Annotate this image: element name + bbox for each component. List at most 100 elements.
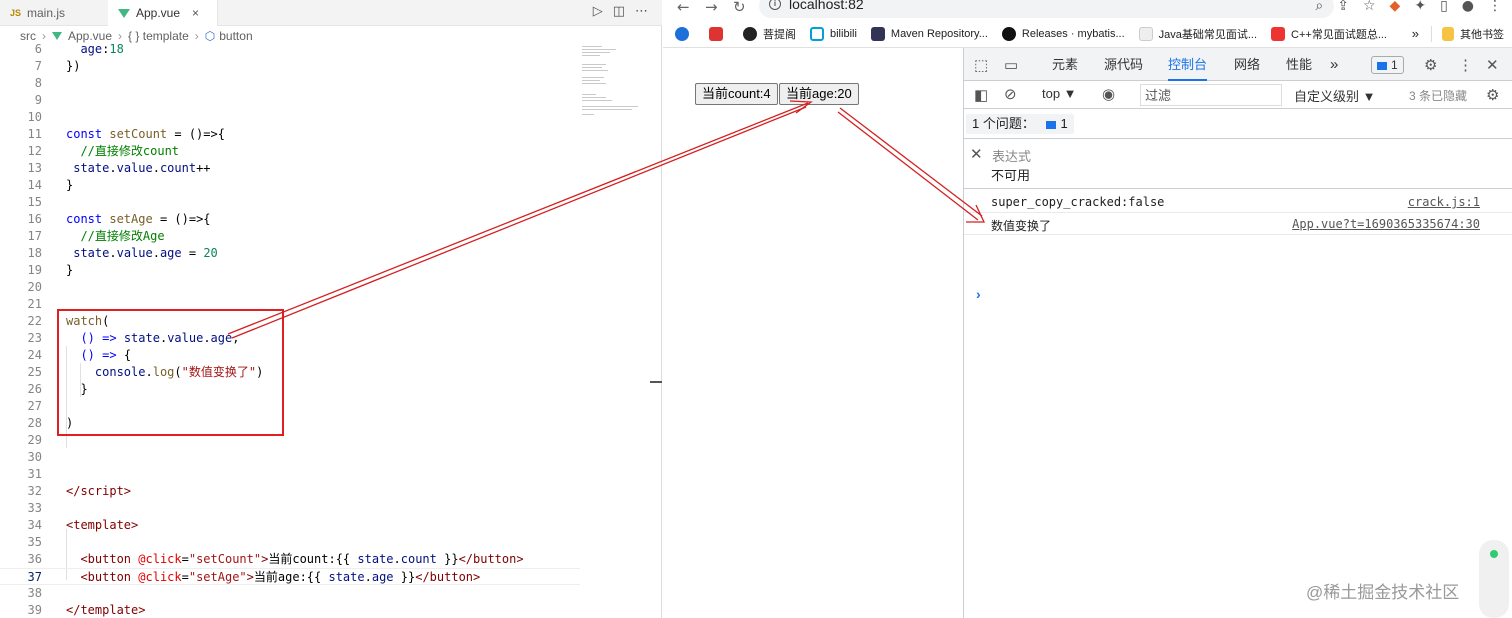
code-line: 9 [0, 92, 580, 109]
line-number: 7 [34, 59, 42, 73]
code-line: 30 [0, 449, 580, 466]
gear-icon[interactable]: ⚙ [1424, 56, 1437, 74]
page-viewport: 当前count:4 当前age:20 [663, 48, 963, 618]
line-number: 14 [27, 178, 42, 192]
code-line: 7}) [0, 58, 580, 75]
tab-sources[interactable]: 源代码 [1104, 48, 1143, 81]
run-icon[interactable]: ▷ [593, 4, 603, 19]
split-editor-icon[interactable]: ◫ [613, 4, 625, 19]
code-line: 11 const setCount = ()=>{ [0, 126, 580, 143]
bookmark-item[interactable]: Java基础常见面试... [1138, 26, 1257, 42]
console-message: 数值变换了 App.vue?t=1690365335674:30 [964, 213, 1512, 235]
reload-icon[interactable]: ↻ [733, 0, 746, 16]
tab-main-js[interactable]: JS main.js [0, 0, 108, 26]
issue-badge[interactable]: 1 [1371, 56, 1404, 74]
forward-icon[interactable]: → [705, 0, 718, 16]
line-number: 12 [27, 144, 42, 158]
star-icon[interactable]: ☆ [1363, 0, 1376, 14]
code-line: 14} [0, 177, 580, 194]
issues-button[interactable]: 1 个问题： 1 [966, 114, 1074, 134]
device-toggle-icon[interactable]: ▭ [1004, 56, 1018, 74]
bookmark-item[interactable]: 菩提阁 [743, 26, 796, 42]
menu-icon[interactable]: ⋮ [1488, 0, 1502, 14]
bookmark-item[interactable] [675, 26, 695, 41]
bookmark-item[interactable] [709, 26, 729, 41]
message-icon [1377, 61, 1387, 70]
info-icon[interactable]: i [769, 0, 781, 10]
code-line: 19} [0, 262, 580, 279]
cloud-icon [675, 26, 689, 41]
live-expression: ✕ 表达式 不可用 [964, 139, 1512, 189]
filter-input[interactable] [1140, 84, 1282, 106]
line-number: 6 [34, 42, 42, 56]
puzzle-icon[interactable]: ✦ [1414, 0, 1426, 14]
close-icon[interactable]: × [192, 6, 199, 20]
line-number: 28 [27, 416, 42, 430]
share-icon[interactable]: ⇪ [1337, 0, 1349, 14]
bilibili-icon [810, 26, 824, 41]
eye-icon[interactable]: ◉ [1102, 85, 1115, 103]
log-levels-select[interactable]: 自定义级别 ▼ [1294, 86, 1375, 105]
watermark: @稀土掘金技术社区 [1306, 583, 1460, 602]
sidebar-icon[interactable]: ▯ [1440, 0, 1448, 14]
close-icon[interactable]: ✕ [1486, 56, 1499, 74]
code-line: 15 [0, 194, 580, 211]
url-field[interactable]: i localhost:82 [759, 0, 1334, 18]
scrollbar-thumb[interactable] [650, 381, 662, 383]
tab-app-vue[interactable]: App.vue × [108, 0, 218, 26]
minimap[interactable] [580, 44, 650, 124]
tab-network[interactable]: 网络 [1234, 48, 1260, 81]
code-line: 32 </script> [0, 483, 580, 500]
tab-label: main.js [27, 6, 66, 20]
back-icon[interactable]: ← [677, 0, 690, 16]
line-number: 33 [27, 501, 42, 515]
line-number: 24 [27, 348, 42, 362]
more-bookmarks-icon[interactable]: » [1412, 26, 1419, 41]
clear-console-icon[interactable]: ⊘ [1004, 85, 1017, 103]
code-line: 20 [0, 279, 580, 296]
line-number: 11 [27, 127, 42, 141]
console-prompt-icon[interactable]: › [976, 286, 981, 302]
count-button[interactable]: 当前count:4 [695, 83, 778, 105]
more-actions-icon[interactable]: ⋯ [635, 4, 648, 19]
line-number: 15 [27, 195, 42, 209]
bookmarks-bar: 菩提阁 bilibili Maven Repository... Release… [663, 20, 1512, 48]
tab-console[interactable]: 控制台 [1168, 48, 1208, 81]
tab-elements[interactable]: 元素 [1052, 48, 1078, 81]
zoom-icon[interactable]: ⌕ [1315, 0, 1323, 14]
line-number: 21 [27, 297, 42, 311]
line-number: 19 [27, 263, 42, 277]
code-line: 31 [0, 466, 580, 483]
line-number: 31 [27, 467, 42, 481]
floating-widget[interactable] [1479, 540, 1509, 618]
bookmark-item[interactable]: C++常见面试题总... [1271, 26, 1387, 42]
line-number: 16 [27, 212, 42, 226]
line-number: 32 [27, 484, 42, 498]
code-line: 18 state.value.age = 20 [0, 245, 580, 262]
extension-icon[interactable]: ◆ [1390, 0, 1401, 14]
code-line-current: 37 <button @click="setAge">当前age:{{ stat… [0, 568, 580, 585]
sidebar-toggle-icon[interactable]: ◧ [974, 86, 988, 104]
expression-label[interactable]: 表达式 [992, 146, 1031, 165]
code-line: 10 [0, 109, 580, 126]
inspect-icon[interactable]: ⬚ [974, 56, 988, 74]
close-icon[interactable]: ✕ [970, 145, 983, 163]
gear-icon[interactable]: ⚙ [1486, 86, 1499, 104]
bookmark-item[interactable]: Maven Repository... [870, 26, 988, 41]
cube-icon [709, 26, 723, 41]
age-button[interactable]: 当前age:20 [779, 83, 859, 105]
avatar[interactable]: ● [1462, 0, 1474, 14]
line-number: 9 [34, 93, 42, 107]
bookmark-item[interactable]: Releases · mybatis... [1001, 26, 1125, 41]
more-tabs-icon[interactable]: » [1330, 48, 1338, 81]
bookmark-item[interactable]: bilibili [810, 26, 857, 41]
line-number: 26 [27, 382, 42, 396]
context-select[interactable]: top ▼ [1042, 86, 1077, 101]
line-number: 13 [27, 161, 42, 175]
tab-performance[interactable]: 性能 [1286, 48, 1312, 81]
log-source-link[interactable]: App.vue?t=1690365335674:30 [1292, 217, 1480, 231]
other-bookmarks[interactable]: 其他书签 [1431, 25, 1504, 42]
log-source-link[interactable]: crack.js:1 [1408, 195, 1480, 209]
kebab-menu-icon[interactable]: ⋮ [1458, 56, 1473, 74]
vue-file-icon [52, 32, 62, 40]
